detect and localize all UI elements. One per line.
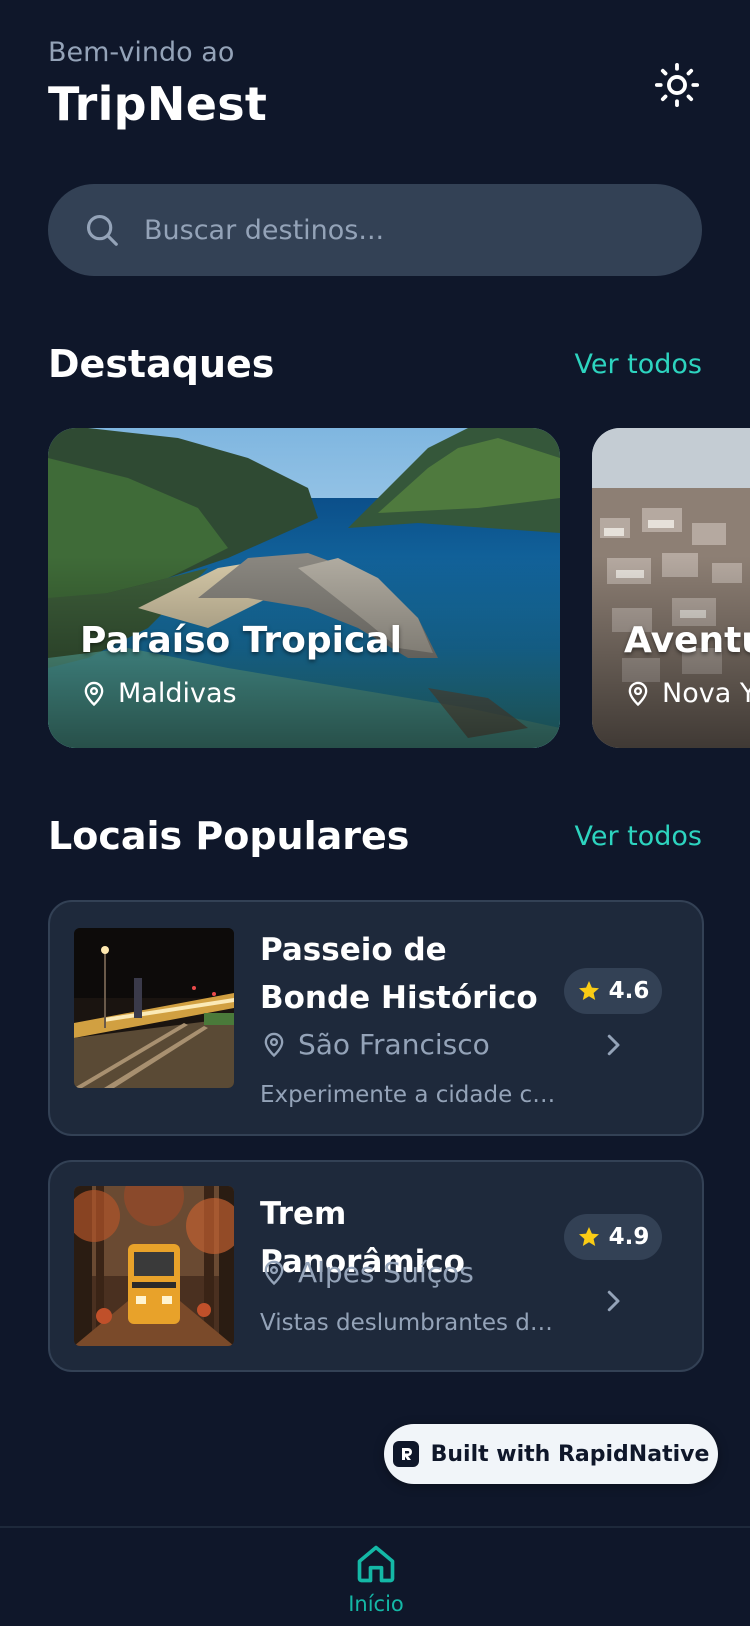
rating-badge: 4.9	[564, 1214, 662, 1260]
featured-card-location-text: Nova Y	[662, 678, 750, 709]
star-icon	[577, 979, 601, 1003]
search-icon	[82, 210, 122, 250]
tab-home-label: Início	[348, 1592, 404, 1616]
autumn-tram-image	[74, 1186, 234, 1346]
popular-item-location: São Francisco	[260, 1028, 490, 1061]
featured-title: Destaques	[48, 342, 275, 386]
popular-item-location-text: São Francisco	[298, 1028, 490, 1061]
chevron-right-icon	[596, 1028, 630, 1062]
home-icon	[354, 1542, 398, 1590]
featured-card-location-text: Maldivas	[118, 678, 237, 709]
built-with-label: Built with RapidNative	[430, 1441, 710, 1467]
featured-see-all-link[interactable]: Ver todos	[575, 349, 703, 380]
location-pin-icon	[260, 1031, 288, 1059]
popular-item-title: Passeio de Bonde Histórico	[260, 932, 538, 1016]
popular-item-description: Experimente a cidade co...	[260, 1082, 560, 1108]
featured-card-title: Paraíso Tropical	[80, 620, 402, 661]
featured-header: Destaques Ver todos	[48, 342, 702, 386]
featured-card[interactable]: Aventu Nova Y	[592, 428, 750, 748]
rapidnative-logo-icon	[392, 1441, 419, 1467]
header: Bem-vindo ao TripNest	[48, 36, 267, 134]
star-icon	[577, 1225, 601, 1249]
popular-item-description: Vistas deslumbrantes de ...	[260, 1310, 560, 1336]
location-pin-icon	[624, 680, 652, 708]
rating-value: 4.9	[608, 1224, 650, 1250]
tab-home[interactable]: Início	[346, 1542, 406, 1626]
search-input[interactable]	[142, 213, 666, 247]
featured-card-location: Maldivas	[80, 678, 237, 709]
app-title: TripNest	[48, 77, 268, 131]
popular-title: Locais Populares	[48, 814, 410, 858]
search-bar[interactable]	[48, 184, 702, 276]
welcome-text: Bem-vindo ao	[48, 37, 235, 68]
rating-value: 4.6	[608, 978, 650, 1004]
popular-item[interactable]: Trem Panorâmico 4.9 Alpes Suíços Vistas …	[48, 1160, 704, 1372]
popular-item-location-text: Alpes Suíços	[298, 1256, 474, 1289]
rating-badge: 4.6	[564, 968, 662, 1014]
location-pin-icon	[260, 1259, 288, 1287]
popular-item[interactable]: Passeio de Bonde Histórico 4.6 São Franc…	[48, 900, 704, 1136]
featured-card-title: Aventu	[624, 620, 750, 661]
featured-card-location: Nova Y	[624, 678, 750, 709]
chevron-right-icon	[596, 1284, 630, 1318]
popular-item-location: Alpes Suíços	[260, 1256, 474, 1289]
location-pin-icon	[80, 680, 108, 708]
tram-night-image	[74, 928, 234, 1088]
popular-header: Locais Populares Ver todos	[48, 814, 702, 858]
theme-toggle-button[interactable]	[652, 60, 702, 110]
sun-icon	[654, 62, 700, 108]
popular-see-all-link[interactable]: Ver todos	[575, 821, 703, 852]
built-with-badge[interactable]: Built with RapidNative	[384, 1424, 718, 1484]
featured-card[interactable]: Paraíso Tropical Maldivas	[48, 428, 560, 748]
featured-carousel[interactable]: Paraíso Tropical Maldivas Avent Nova Y	[48, 428, 750, 748]
bottom-tab-bar: Início	[0, 1526, 750, 1626]
